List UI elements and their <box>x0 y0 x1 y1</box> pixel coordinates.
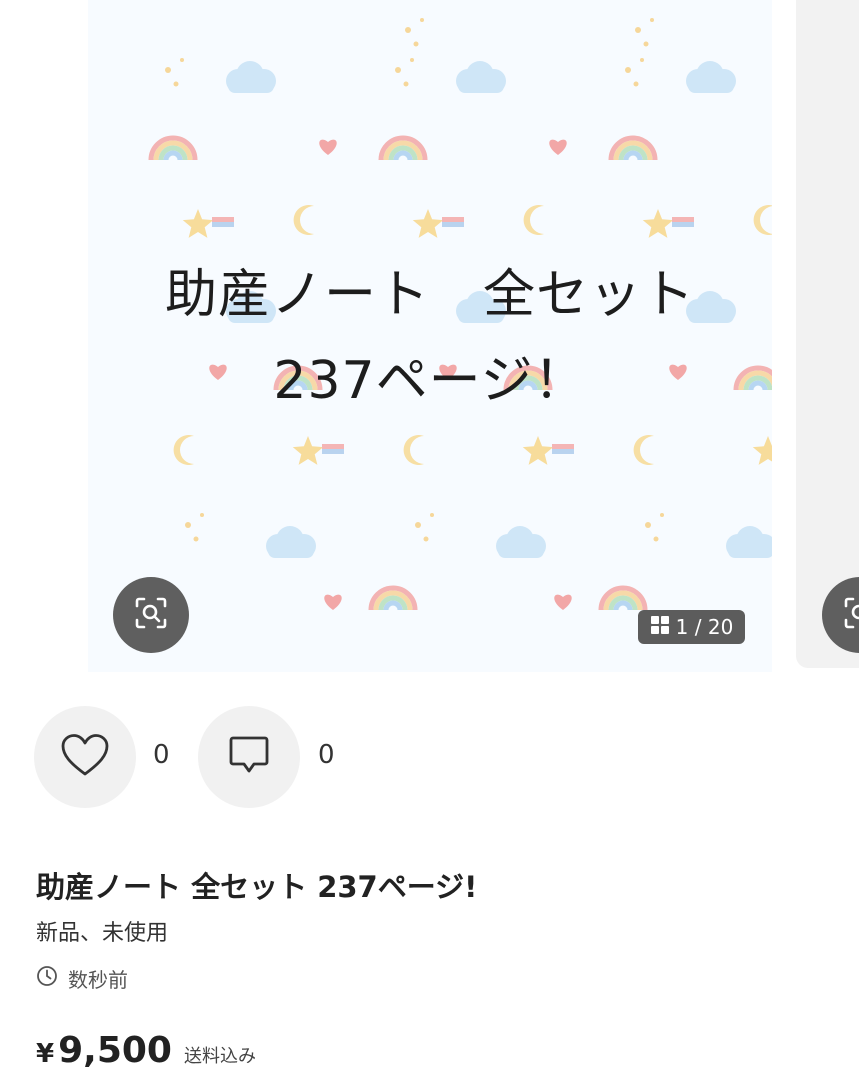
rainbow-motif <box>613 600 633 611</box>
moon-motif <box>753 205 772 235</box>
moon-motif <box>403 435 424 465</box>
star-motif <box>522 436 554 465</box>
heart-motif <box>324 594 342 610</box>
like-button[interactable] <box>34 706 136 808</box>
cloud-motif <box>456 61 506 93</box>
currency-symbol: ¥ <box>36 1039 55 1069</box>
image-counter-text: 1 / 20 <box>675 615 734 639</box>
cloud-motif <box>226 61 276 93</box>
visual-search-button[interactable] <box>113 577 189 653</box>
price-amount: 9,500 <box>58 1030 172 1071</box>
item-title: 助産ノート 全セット 237ページ! <box>36 870 478 904</box>
star-motif <box>182 209 214 238</box>
shipping-note: 送料込み <box>183 1046 256 1067</box>
image-caption: 助産ノート 全セット 237ページ！ <box>88 252 772 424</box>
grid-icon <box>650 615 670 640</box>
image-counter[interactable]: 1 / 20 <box>638 610 745 644</box>
moon-motif <box>293 205 314 236</box>
heart-icon <box>60 733 110 781</box>
posted-time-text: 数秒前 <box>68 968 128 992</box>
heart-motif <box>554 594 572 610</box>
visual-search-icon <box>842 595 859 635</box>
like-count: 0 <box>153 740 170 770</box>
posted-time: 数秒前 <box>36 964 128 993</box>
image-caption-line2: 237ページ！ <box>273 351 587 411</box>
cloud-motif <box>266 526 316 558</box>
item-condition: 新品、未使用 <box>36 921 169 946</box>
cloud-motif <box>496 526 546 558</box>
price-row: ¥ 9,500 送料込み <box>36 1030 256 1071</box>
cloud-motif <box>686 61 736 93</box>
image-caption-line1: 助産ノート 全セット <box>164 265 695 325</box>
rainbow-motif <box>383 600 403 611</box>
moon-motif <box>523 205 544 236</box>
star-motif <box>412 209 444 238</box>
image-carousel[interactable]: 助産ノート 全セット 237ページ！ 1 / 20 <box>0 0 859 675</box>
cloud-motif <box>726 526 772 558</box>
comment-button[interactable] <box>198 706 300 808</box>
rainbow-motif <box>623 150 643 161</box>
moon-motif <box>633 435 654 465</box>
next-image-preview[interactable] <box>796 0 859 668</box>
moon-motif <box>173 435 194 465</box>
comment-icon <box>228 734 270 780</box>
rainbow-motif <box>393 150 413 161</box>
clock-icon <box>36 965 58 992</box>
visual-search-icon <box>133 595 169 635</box>
star-motif <box>292 436 324 465</box>
heart-motif <box>319 139 337 155</box>
rainbow-motif <box>163 150 183 161</box>
star-motif <box>752 436 772 465</box>
comment-count: 0 <box>318 740 335 770</box>
product-image[interactable]: 助産ノート 全セット 237ページ！ <box>88 0 772 672</box>
star-motif <box>642 209 674 238</box>
heart-motif <box>549 139 567 155</box>
